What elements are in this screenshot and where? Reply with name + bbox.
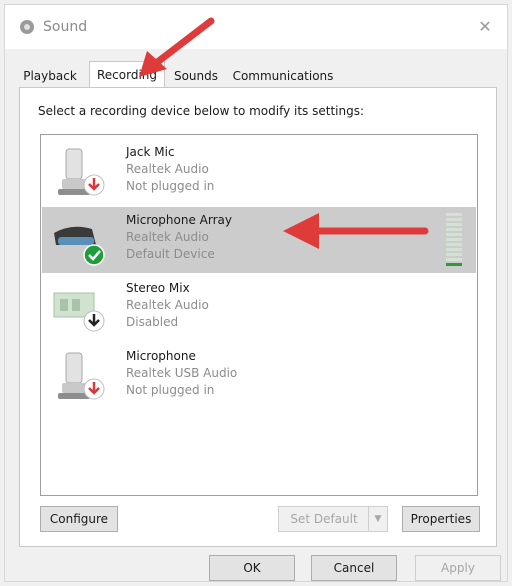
level-meter-segment <box>446 243 462 246</box>
device-driver: Realtek USB Audio <box>126 366 238 380</box>
tab-sounds[interactable]: Sounds <box>169 65 223 87</box>
disabled-badge-icon <box>83 310 105 332</box>
device-microphone-array[interactable]: Microphone Array Realtek Audio Default D… <box>42 207 476 273</box>
sound-dialog: Sound ✕ Playback Recording Sounds Commun… <box>4 4 508 582</box>
level-meter-segment <box>446 223 462 226</box>
device-name: Jack Mic <box>126 145 175 159</box>
sound-card-icon <box>53 292 105 332</box>
instruction-text: Select a recording device below to modif… <box>38 104 365 118</box>
level-meter-segment <box>446 213 462 216</box>
apply-button[interactable]: Apply <box>415 555 501 581</box>
level-meter-segment <box>446 258 462 261</box>
tab-recording[interactable]: Recording <box>89 61 165 88</box>
device-microphone[interactable]: Microphone Realtek USB Audio Not plugged… <box>42 343 476 409</box>
device-driver: Realtek Audio <box>126 230 209 244</box>
device-driver: Realtek Audio <box>126 162 209 176</box>
set-default-button[interactable]: Set Default ▼ <box>278 506 388 532</box>
recording-tab-panel: Select a recording device below to modif… <box>19 87 497 547</box>
tab-communications[interactable]: Communications <box>229 65 337 87</box>
close-icon: ✕ <box>478 17 492 36</box>
device-driver: Realtek Audio <box>126 298 209 312</box>
window-title: Sound <box>43 19 88 35</box>
level-meter-segment <box>446 233 462 236</box>
tab-strip: Playback Recording Sounds Communications <box>17 61 497 88</box>
device-list[interactable]: Jack Mic Realtek Audio Not plugged in Mi… <box>40 134 478 496</box>
level-meter-segment <box>446 263 462 266</box>
device-name: Stereo Mix <box>126 281 190 295</box>
unplugged-badge-icon <box>83 378 105 400</box>
microphone-icon <box>58 352 105 400</box>
level-meter <box>446 213 462 267</box>
device-name: Microphone Array <box>126 213 232 227</box>
ok-button[interactable]: OK <box>209 555 295 581</box>
microphone-array-icon <box>54 226 105 266</box>
close-button[interactable]: ✕ <box>473 15 497 39</box>
device-jack-mic[interactable]: Jack Mic Realtek Audio Not plugged in <box>42 139 476 205</box>
level-meter-segment <box>446 228 462 231</box>
level-meter-segment <box>446 238 462 241</box>
set-default-label: Set Default <box>290 512 358 526</box>
default-device-check-icon <box>83 244 105 266</box>
level-meter-segment <box>446 248 462 251</box>
configure-button[interactable]: Configure <box>40 506 118 532</box>
level-meter-segment <box>446 218 462 221</box>
level-meter-segment <box>446 253 462 256</box>
tab-playback[interactable]: Playback <box>19 65 81 87</box>
unplugged-badge-icon <box>83 174 105 196</box>
device-name: Microphone <box>126 349 196 363</box>
device-status: Not plugged in <box>126 179 215 193</box>
device-status: Disabled <box>126 315 179 329</box>
title-bar: Sound ✕ <box>5 5 507 49</box>
cancel-button[interactable]: Cancel <box>311 555 397 581</box>
speaker-icon <box>20 20 34 34</box>
microphone-icon <box>58 148 105 196</box>
device-status: Default Device <box>126 247 215 261</box>
chevron-down-icon[interactable]: ▼ <box>368 507 387 531</box>
device-status: Not plugged in <box>126 383 215 397</box>
properties-button[interactable]: Properties <box>402 506 480 532</box>
device-stereo-mix[interactable]: Stereo Mix Realtek Audio Disabled <box>42 275 476 341</box>
